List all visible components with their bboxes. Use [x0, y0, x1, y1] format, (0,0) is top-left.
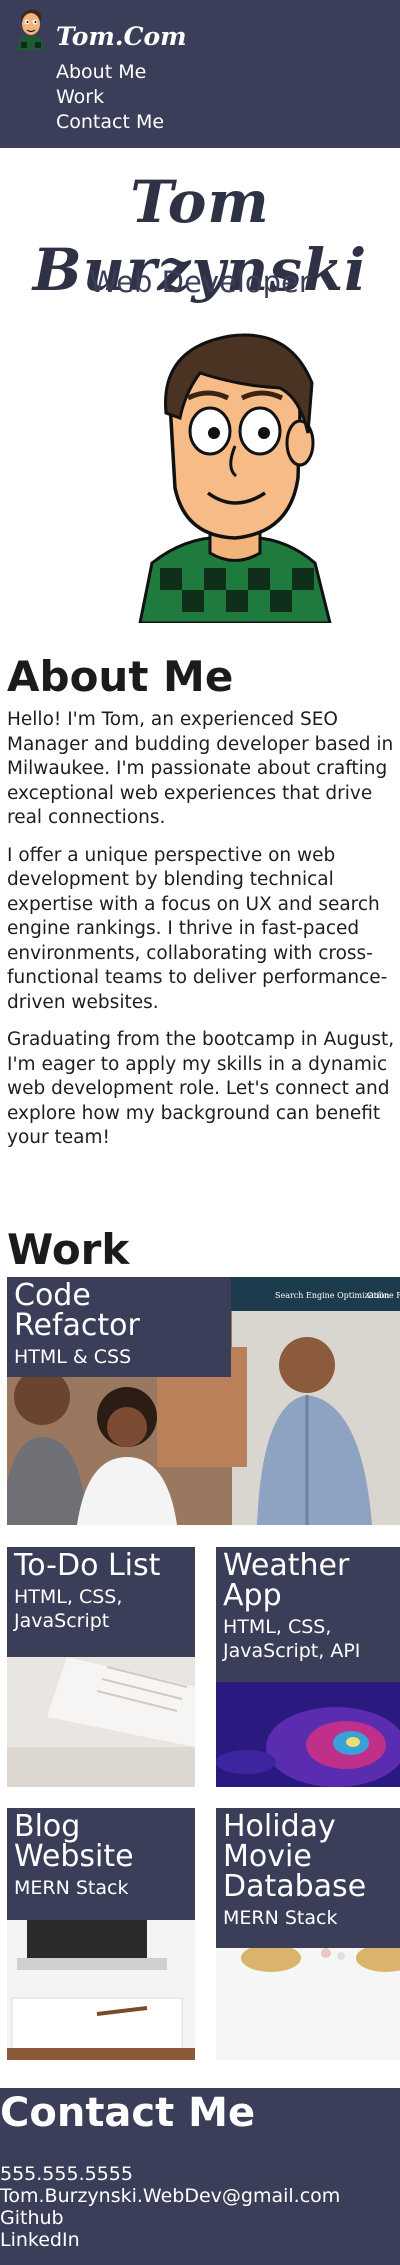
- work-title: Work: [7, 1225, 130, 1274]
- hero-role: Web Developer: [89, 265, 311, 299]
- contact-list: 555.555.5555 Tom.Burzynski.WebDev@gmail.…: [0, 2163, 340, 2251]
- project-card-blog-website[interactable]: Blog Website MERN Stack: [7, 1808, 195, 2060]
- project-card-holiday-movie-database[interactable]: Holiday Movie Database MERN Stack: [216, 1808, 400, 2060]
- logo-text[interactable]: Tom.Com: [56, 22, 187, 51]
- contact-title: Contact Me: [0, 2090, 256, 2136]
- project-tech: HTML, CSS, JavaScript, API: [223, 1616, 361, 1662]
- about-paragraph: Graduating from the bootcamp in August, …: [7, 1029, 395, 1148]
- project-tech: HTML, CSS, JavaScript: [14, 1586, 123, 1632]
- main-nav: About Me Work Contact Me: [56, 60, 164, 135]
- project-tech: MERN Stack: [223, 1907, 338, 1929]
- about-paragraph: I offer a unique perspective on web deve…: [7, 844, 388, 1013]
- contact-phone[interactable]: 555.555.5555: [0, 2163, 340, 2185]
- avatar-icon[interactable]: [11, 2, 51, 50]
- contact-email[interactable]: Tom.Burzynski.WebDev@gmail.com: [0, 2185, 340, 2207]
- site-header: Tom.Com About Me Work Contact Me: [0, 0, 400, 148]
- project-label: Code Refactor HTML & CSS: [7, 1277, 231, 1377]
- project-name: Blog Website: [14, 1809, 134, 1874]
- about-paragraph: Hello! I'm Tom, an experienced SEO Manag…: [7, 709, 394, 828]
- project-name: Holiday Movie Database: [223, 1809, 367, 1904]
- nav-item-contact[interactable]: Contact Me: [56, 110, 164, 135]
- contact-section: Contact Me 555.555.5555 Tom.Burzynski.We…: [0, 2088, 400, 2265]
- about-body: Hello! I'm Tom, an experienced SEO Manag…: [7, 708, 395, 1164]
- nav-item-work[interactable]: Work: [56, 85, 164, 110]
- contact-github-link[interactable]: Github: [0, 2207, 340, 2229]
- project-label: Holiday Movie Database MERN Stack: [216, 1808, 400, 1948]
- portrait-illustration: [138, 333, 332, 623]
- project-tech: HTML & CSS: [14, 1346, 132, 1368]
- nav-item-about[interactable]: About Me: [56, 60, 164, 85]
- project-label: Weather App HTML, CSS, JavaScript, API: [216, 1547, 400, 1682]
- project-card-weather-app[interactable]: Weather App HTML, CSS, JavaScript, API: [216, 1547, 400, 1787]
- project-tech: MERN Stack: [14, 1877, 129, 1899]
- project-screenshot-nav-2: Online Reputation: [367, 1291, 400, 1300]
- project-name: To-Do List: [14, 1548, 161, 1583]
- project-card-code-refactor[interactable]: Search Engine Optimization Online Reputa…: [7, 1277, 400, 1525]
- project-label: To-Do List HTML, CSS, JavaScript: [7, 1547, 195, 1657]
- project-label: Blog Website MERN Stack: [7, 1808, 195, 1920]
- about-title: About Me: [7, 652, 234, 701]
- contact-linkedin-link[interactable]: LinkedIn: [0, 2229, 340, 2251]
- project-name: Weather App: [223, 1548, 350, 1613]
- project-card-todo-list[interactable]: To-Do List HTML, CSS, JavaScript: [7, 1547, 195, 1787]
- project-name: Code Refactor: [14, 1278, 140, 1343]
